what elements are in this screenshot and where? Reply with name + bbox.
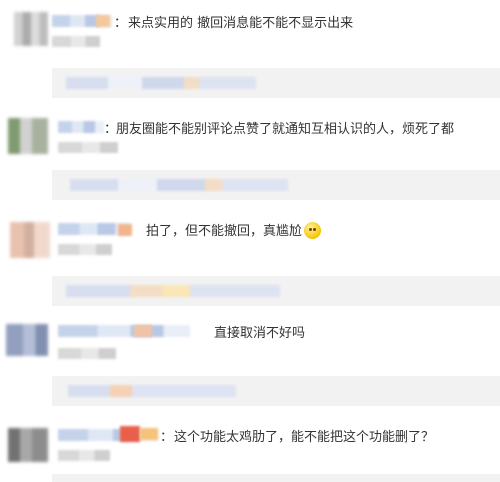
reply-preview-blurred — [68, 385, 236, 397]
timestamp-blurred — [58, 450, 110, 461]
username-badge-blurred — [120, 426, 140, 442]
reply-preview-blurred — [66, 285, 280, 297]
avatar[interactable] — [8, 428, 48, 462]
timestamp-blurred — [58, 348, 116, 359]
username-badge-blurred — [140, 428, 158, 440]
username-badge-blurred — [96, 15, 110, 27]
username-badge-blurred — [134, 325, 152, 337]
comment-text-content: 拍了，但不能撤回，真尴尬 — [146, 224, 303, 239]
comment-colon: ： — [160, 430, 174, 445]
comment-text: 直接取消不好吗 — [214, 326, 306, 341]
reply-preview-blurred — [70, 179, 288, 191]
comment-text: 拍了，但不能撤回，真尴尬 — [146, 220, 322, 239]
timestamp-blurred — [58, 142, 118, 153]
smiling-face-emoji-icon — [304, 222, 322, 239]
reply-preview-blurred — [66, 77, 256, 89]
avatar[interactable] — [6, 324, 48, 356]
avatar[interactable] — [14, 12, 48, 46]
username-badge-blurred — [118, 224, 132, 236]
comment-colon: ： — [114, 16, 128, 31]
avatar[interactable] — [8, 118, 48, 154]
reply-area[interactable] — [52, 474, 500, 482]
timestamp-blurred — [52, 36, 100, 47]
comment-text: 来点实用的 撤回消息能不能不显示出来 — [128, 16, 354, 31]
username-blurred[interactable] — [58, 121, 104, 133]
username-blurred[interactable] — [58, 325, 190, 337]
timestamp-blurred — [58, 244, 112, 255]
avatar[interactable] — [10, 222, 50, 258]
comment-text: 朋友圈能不能别评论点赞了就通知互相认识的人，烦死了都 — [116, 122, 455, 137]
comment-text: 这个功能太鸡肋了，能不能把这个功能删了？ — [174, 430, 435, 445]
